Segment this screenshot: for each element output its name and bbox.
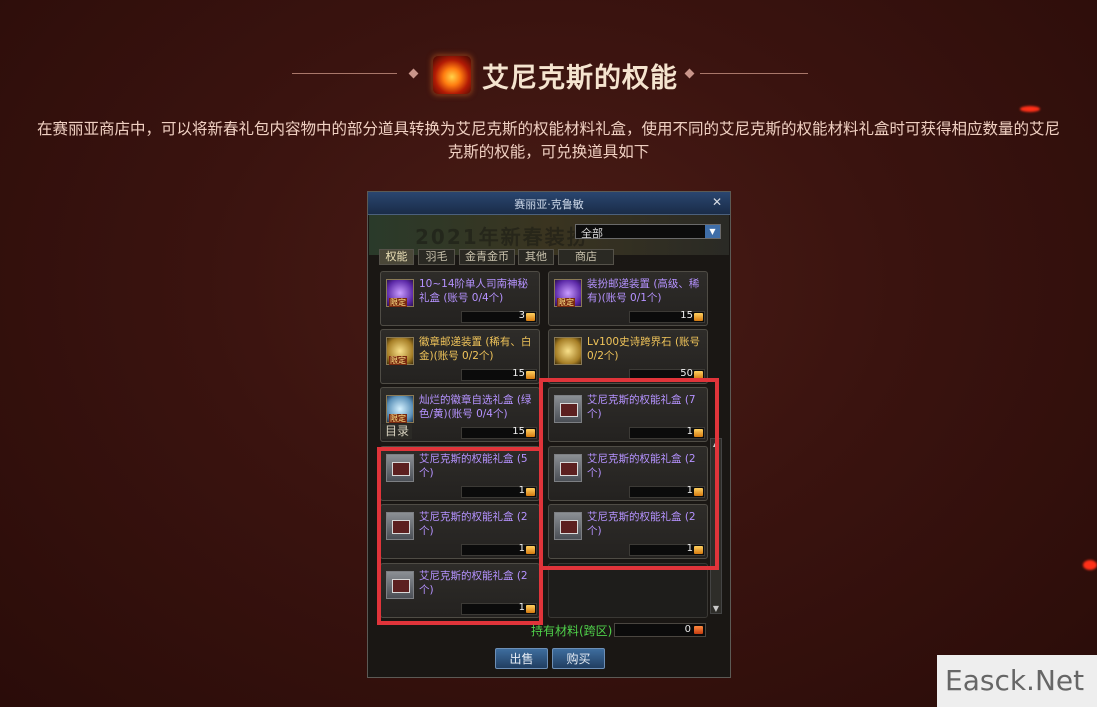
limited-badge: 限定 <box>389 356 407 365</box>
tab-authority[interactable]: 权能 <box>379 249 414 265</box>
description-text: 在赛丽亚商店中，可以将新春礼包内容物中的部分道具转换为艾尼克斯的权能材料礼盒，使… <box>36 120 1060 161</box>
price-box: 3 <box>461 310 537 323</box>
sell-button[interactable]: 出售 <box>495 648 548 669</box>
scroll-down-icon[interactable]: ▼ <box>711 604 721 613</box>
ember-decoration <box>1083 560 1097 570</box>
tab-feather[interactable]: 羽毛 <box>418 249 455 265</box>
header-ornament <box>684 68 695 79</box>
banner-text: 2021年新春装扮 <box>415 225 589 249</box>
section-header: 艾尼克斯的权能 <box>0 52 1097 96</box>
price-box: 15 <box>629 310 705 323</box>
page-title: 艾尼克斯的权能 <box>482 63 678 94</box>
watermark: Easck.Net <box>937 655 1097 707</box>
tab-shop[interactable]: 商店 <box>558 249 614 265</box>
highlight-box-right <box>539 378 719 570</box>
shop-item-card[interactable]: 限定 徽章邮递装置 (稀有、白金)(账号 0/2个) 15 <box>380 329 540 384</box>
category-dropdown[interactable]: 全部 ▼ <box>575 224 721 240</box>
flame-currency-icon <box>694 626 703 634</box>
currency-icon <box>694 313 703 321</box>
item-name: 10~14阶单人司南神秘礼盒 (账号 0/4个) <box>419 278 529 304</box>
item-price: 15 <box>512 368 525 379</box>
currency-icon <box>526 371 535 379</box>
materials-label: 持有材料(跨区) <box>531 624 613 638</box>
limited-badge: 限定 <box>557 298 575 307</box>
item-name: 装扮邮递装置 (高级、稀有)(账号 0/1个) <box>587 278 700 304</box>
empty-slot <box>548 563 708 618</box>
currency-icon <box>526 429 535 437</box>
close-icon[interactable]: ✕ <box>712 195 722 209</box>
materials-count: 0 <box>684 624 691 635</box>
header-divider-left <box>292 73 397 74</box>
catalog-button[interactable]: 目录 <box>382 424 413 439</box>
chevron-down-icon[interactable]: ▼ <box>705 225 720 238</box>
price-box: 15 <box>461 368 537 381</box>
item-price: 15 <box>680 310 693 321</box>
price-box: 15 <box>461 426 537 439</box>
shop-item-card[interactable]: 限定 装扮邮递装置 (高级、稀有)(账号 0/1个) 15 <box>548 271 708 326</box>
limited-badge: 限定 <box>389 298 407 307</box>
highlight-box-left <box>377 447 543 625</box>
ember-decoration <box>1020 106 1040 112</box>
item-price: 15 <box>512 426 525 437</box>
header-ornament <box>408 68 419 79</box>
shop-item-card[interactable]: Lv100史诗跨界石 (账号 0/2个) 50 <box>548 329 708 384</box>
materials-count-box: 0 <box>614 623 706 637</box>
shop-window: 赛丽亚·克鲁敏 ✕ 2021年新春装扮 全部 ▼ 权能 羽毛 金青金币 其他 商… <box>367 191 731 678</box>
item-name: 徽章邮递装置 (稀有、白金)(账号 0/2个) <box>419 336 532 362</box>
epic-stone-icon <box>554 337 582 365</box>
watermark-text: Easck.Net <box>945 664 1085 697</box>
tab-other[interactable]: 其他 <box>518 249 554 265</box>
item-price: 3 <box>518 310 525 321</box>
dropdown-value: 全部 <box>581 227 603 240</box>
header-divider-right <box>700 73 808 74</box>
shop-item-card[interactable]: 限定 10~14阶单人司南神秘礼盒 (账号 0/4个) 3 <box>380 271 540 326</box>
flame-orb-icon <box>432 55 472 95</box>
buy-button[interactable]: 购买 <box>552 648 605 669</box>
item-name: Lv100史诗跨界石 (账号 0/2个) <box>587 336 701 362</box>
limited-badge: 限定 <box>389 414 407 423</box>
item-name: 灿烂的徽章自选礼盒 (绿色/黄)(账号 0/4个) <box>419 394 532 420</box>
window-title: 赛丽亚·克鲁敏 <box>514 198 584 211</box>
window-titlebar[interactable]: 赛丽亚·克鲁敏 ✕ <box>368 192 730 215</box>
currency-icon <box>526 313 535 321</box>
tab-gold-coin[interactable]: 金青金币 <box>459 249 515 265</box>
